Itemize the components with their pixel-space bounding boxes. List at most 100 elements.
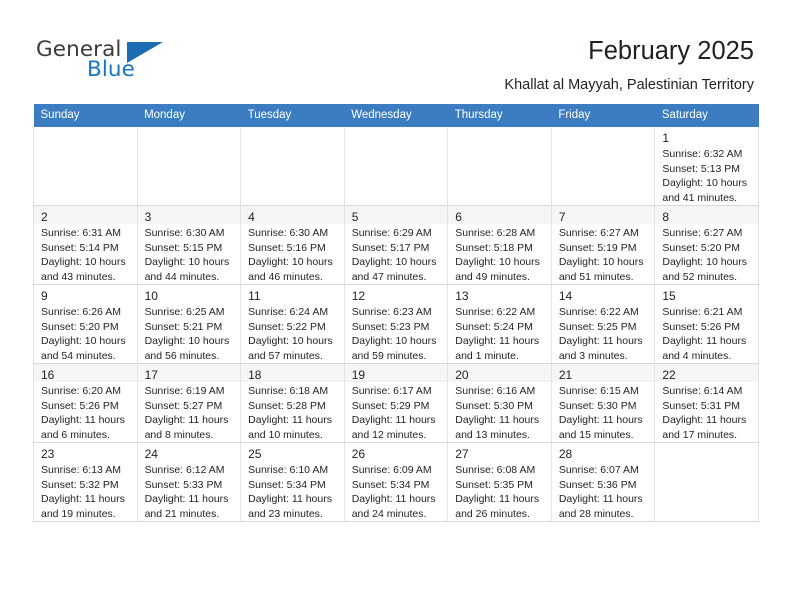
day-cell-content: [138, 127, 241, 205]
day-cell-empty: [343, 127, 449, 206]
day-number: 10: [144, 289, 158, 303]
day-details: Sunrise: 6:30 AM Sunset: 5:15 PM Daylight:…: [137, 224, 241, 285]
calendar-week-row: 23 Sunrise: 6:13 AM Sunset: 5:32 PM Dayligh…: [33, 442, 759, 522]
day-cell[interactable]: 8 Sunrise: 6:27 AM Sunset: 5:20 PM Daylight…: [654, 205, 759, 285]
day-cell-empty: [240, 127, 345, 206]
sunset-text: Sunset: 5:13 PM: [662, 162, 741, 175]
daylight-text: Daylight: 10 hours and 52 minutes.: [662, 256, 748, 283]
day-cell[interactable]: 21 Sunrise: 6:15 AM Sunset: 5:30 PM Dayligh…: [550, 363, 656, 443]
day-cell-content: 1 Sunrise: 6:32 AM Sunset: 5:13 PM Daylight…: [655, 127, 758, 205]
day-details: Sunrise: 6:17 AM Sunset: 5:29 PM Daylight:…: [344, 382, 448, 443]
day-number: 9: [41, 289, 48, 303]
day-cell[interactable]: 7 Sunrise: 6:27 AM Sunset: 5:19 PM Daylight…: [550, 205, 656, 285]
day-cell[interactable]: 15 Sunrise: 6:21 AM Sunset: 5:26 PM Dayligh…: [654, 284, 759, 364]
sunrise-text: Sunrise: 6:31 AM: [41, 227, 121, 239]
sunrise-text: Sunrise: 6:20 AM: [41, 385, 121, 397]
day-cell-content: 12 Sunrise: 6:23 AM Sunset: 5:23 PM Dayligh…: [345, 285, 448, 363]
day-cell[interactable]: 1 Sunrise: 6:32 AM Sunset: 5:13 PM Daylight…: [654, 127, 759, 206]
day-cell[interactable]: 27 Sunrise: 6:08 AM Sunset: 5:35 PM Dayligh…: [447, 442, 552, 522]
day-number: 7: [558, 210, 566, 224]
day-cell[interactable]: 17 Sunrise: 6:19 AM Sunset: 5:27 PM Dayligh…: [136, 363, 242, 443]
day-cell-content: 17 Sunrise: 6:19 AM Sunset: 5:27 PM Dayligh…: [137, 364, 241, 443]
sunrise-text: Sunrise: 6:28 AM: [455, 227, 536, 239]
day-cell[interactable]: 11 Sunrise: 6:24 AM Sunset: 5:22 PM Dayligh…: [240, 284, 345, 364]
day-details: Sunrise: 6:31 AM Sunset: 5:14 PM Daylight:…: [34, 224, 137, 285]
day-cell[interactable]: 10 Sunrise: 6:25 AM Sunset: 5:21 PM Dayligh…: [136, 284, 242, 364]
daylight-text: Daylight: 10 hours and 49 minutes.: [455, 256, 540, 283]
day-cell[interactable]: 28 Sunrise: 6:07 AM Sunset: 5:36 PM Dayligh…: [550, 442, 656, 522]
daylight-text: Daylight: 10 hours and 41 minutes.: [662, 177, 748, 204]
day-cell-content: 5 Sunrise: 6:29 AM Sunset: 5:17 PM Daylight…: [344, 206, 448, 285]
day-cell[interactable]: 9 Sunrise: 6:26 AM Sunset: 5:20 PM Daylight…: [33, 284, 138, 364]
day-cell[interactable]: 23 Sunrise: 6:13 AM Sunset: 5:32 PM Dayligh…: [33, 442, 138, 522]
day-cell[interactable]: 25 Sunrise: 6:10 AM Sunset: 5:34 PM Dayligh…: [240, 442, 345, 522]
sunrise-text: Sunrise: 6:22 AM: [455, 306, 536, 318]
general-blue-logo[interactable]: General Blue: [36, 38, 216, 90]
daylight-text: Daylight: 10 hours and 54 minutes.: [41, 335, 126, 362]
sunset-text: Sunset: 5:23 PM: [351, 320, 430, 333]
day-cell-empty: [550, 127, 656, 206]
day-details: Sunrise: 6:08 AM Sunset: 5:35 PM Daylight:…: [448, 461, 551, 521]
day-cell[interactable]: 26 Sunrise: 6:09 AM Sunset: 5:34 PM Dayligh…: [343, 442, 449, 522]
daylight-text: Daylight: 10 hours and 47 minutes.: [351, 256, 437, 283]
day-cell[interactable]: 20 Sunrise: 6:16 AM Sunset: 5:30 PM Dayligh…: [447, 363, 552, 443]
sunset-text: Sunset: 5:31 PM: [662, 399, 741, 412]
day-cell-content: 11 Sunrise: 6:24 AM Sunset: 5:22 PM Dayligh…: [241, 285, 344, 363]
day-cell[interactable]: 19 Sunrise: 6:17 AM Sunset: 5:29 PM Dayligh…: [343, 363, 449, 443]
sunset-text: Sunset: 5:30 PM: [455, 399, 533, 412]
day-cell[interactable]: 6 Sunrise: 6:28 AM Sunset: 5:18 PM Daylight…: [447, 205, 552, 285]
day-cell[interactable]: 14 Sunrise: 6:22 AM Sunset: 5:25 PM Dayligh…: [550, 284, 656, 364]
day-cell[interactable]: 22 Sunrise: 6:14 AM Sunset: 5:31 PM Dayligh…: [654, 363, 759, 443]
weekday-header-sunday: Sunday: [33, 104, 138, 127]
calendar-week-row: 1 Sunrise: 6:32 AM Sunset: 5:13 PM Daylight…: [33, 127, 759, 206]
day-cell-content: 23 Sunrise: 6:13 AM Sunset: 5:32 PM Dayligh…: [34, 443, 137, 521]
sunrise-text: Sunrise: 6:30 AM: [248, 227, 329, 239]
daylight-text: Daylight: 10 hours and 46 minutes.: [248, 256, 333, 283]
weekday-header-thursday: Thursday: [447, 104, 552, 127]
day-details: Sunrise: 6:30 AM Sunset: 5:16 PM Daylight:…: [241, 224, 344, 285]
day-number: 11: [248, 289, 261, 303]
day-cell-content: 24 Sunrise: 6:12 AM Sunset: 5:33 PM Dayligh…: [138, 443, 241, 521]
daylight-text: Daylight: 11 hours and 1 minute.: [455, 335, 540, 362]
day-cell[interactable]: 24 Sunrise: 6:12 AM Sunset: 5:33 PM Dayligh…: [136, 442, 242, 522]
sunrise-text: Sunrise: 6:30 AM: [144, 227, 225, 239]
sunset-text: Sunset: 5:33 PM: [144, 478, 223, 491]
day-details: Sunrise: 6:23 AM Sunset: 5:23 PM Daylight:…: [345, 303, 448, 363]
day-number: 22: [662, 368, 676, 382]
page-header: General Blue February 2025 Khallat al Ma…: [0, 0, 792, 104]
day-cell[interactable]: 12 Sunrise: 6:23 AM Sunset: 5:23 PM Dayligh…: [343, 284, 449, 364]
daylight-text: Daylight: 11 hours and 17 minutes.: [662, 414, 747, 441]
sunset-text: Sunset: 5:14 PM: [41, 241, 119, 254]
day-number: 8: [662, 210, 670, 224]
page-subtitle: Khallat al Mayyah, Palestinian Territory: [504, 77, 754, 93]
day-cell[interactable]: 4 Sunrise: 6:30 AM Sunset: 5:16 PM Daylight…: [240, 205, 345, 285]
day-cell[interactable]: 2 Sunrise: 6:31 AM Sunset: 5:14 PM Daylight…: [33, 205, 138, 285]
calendar-grid: Sunday Monday Tuesday Wednesday Thursday Frid…: [33, 104, 759, 522]
daylight-text: Daylight: 11 hours and 23 minutes.: [248, 493, 332, 520]
daylight-text: Daylight: 11 hours and 13 minutes.: [455, 414, 540, 441]
sunrise-text: Sunrise: 6:32 AM: [662, 148, 743, 160]
day-details: Sunrise: 6:18 AM Sunset: 5:28 PM Daylight:…: [241, 382, 344, 443]
day-cell[interactable]: 5 Sunrise: 6:29 AM Sunset: 5:17 PM Daylight…: [343, 205, 449, 285]
day-cell-content: 18 Sunrise: 6:18 AM Sunset: 5:28 PM Dayligh…: [241, 364, 344, 443]
weekday-header-wednesday: Wednesday: [344, 104, 448, 127]
day-details: Sunrise: 6:21 AM Sunset: 5:26 PM Daylight:…: [655, 303, 758, 363]
day-cell-empty: [654, 442, 759, 522]
day-details: Sunrise: 6:27 AM Sunset: 5:20 PM Daylight:…: [655, 224, 758, 285]
sunrise-text: Sunrise: 6:08 AM: [455, 464, 536, 476]
day-number: 14: [558, 289, 573, 303]
weekday-header-tuesday: Tuesday: [240, 104, 345, 127]
page-title: February 2025: [588, 37, 754, 65]
day-cell[interactable]: 13 Sunrise: 6:22 AM Sunset: 5:24 PM Dayligh…: [447, 284, 552, 364]
calendar-body: 1 Sunrise: 6:32 AM Sunset: 5:13 PM Daylight…: [33, 127, 759, 522]
day-details: Sunrise: 6:27 AM Sunset: 5:19 PM Daylight:…: [551, 224, 655, 285]
day-cell[interactable]: 18 Sunrise: 6:18 AM Sunset: 5:28 PM Dayligh…: [240, 363, 345, 443]
day-cell[interactable]: 3 Sunrise: 6:30 AM Sunset: 5:15 PM Daylight…: [136, 205, 242, 285]
day-cell-content: 8 Sunrise: 6:27 AM Sunset: 5:20 PM Daylight…: [655, 206, 758, 285]
day-number: 20: [455, 368, 469, 382]
calendar-week-row: 2 Sunrise: 6:31 AM Sunset: 5:14 PM Daylight…: [33, 205, 759, 285]
day-cell[interactable]: 16 Sunrise: 6:20 AM Sunset: 5:26 PM Dayligh…: [33, 363, 138, 443]
daylight-text: Daylight: 10 hours and 56 minutes.: [144, 335, 230, 362]
day-details: Sunrise: 6:14 AM Sunset: 5:31 PM Daylight:…: [655, 382, 758, 443]
sunrise-text: Sunrise: 6:24 AM: [248, 306, 329, 318]
